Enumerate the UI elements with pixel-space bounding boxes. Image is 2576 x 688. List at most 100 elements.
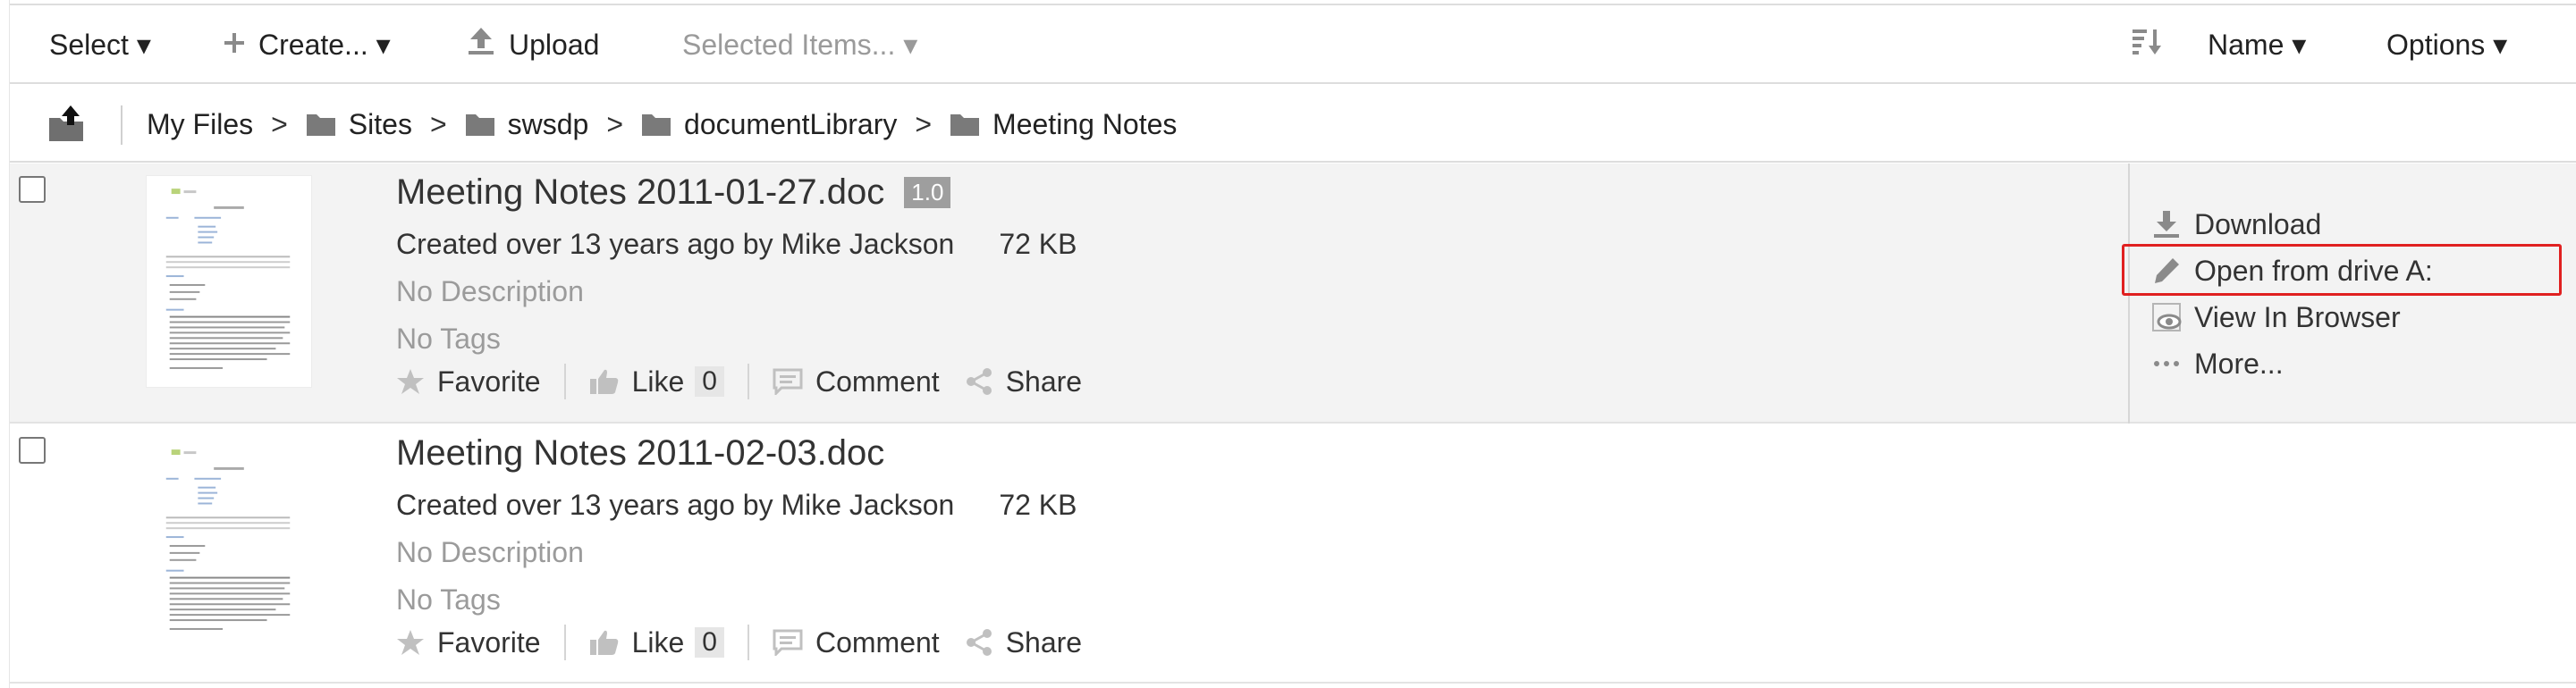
breadcrumb-divider: [121, 105, 122, 145]
folder-icon: [465, 114, 494, 136]
breadcrumb-separator: >: [606, 107, 624, 140]
favorite-label: Favorite: [437, 625, 541, 659]
breadcrumb-label: My Files: [147, 107, 254, 140]
comment-action[interactable]: Comment: [773, 365, 940, 399]
comment-icon: [773, 368, 803, 395]
breadcrumb-sites[interactable]: Sites: [306, 108, 412, 141]
document-thumbnail[interactable]: [146, 436, 312, 649]
breadcrumb-label: Sites: [348, 107, 412, 140]
action-divider: [747, 625, 749, 660]
breadcrumb-swsdp[interactable]: swsdp: [465, 108, 588, 141]
document-meta: Created over 13 years ago by Mike Jackso…: [396, 489, 1077, 522]
selected-items-menu[interactable]: Selected Items... ▾: [682, 5, 917, 84]
action-divider: [563, 364, 566, 399]
select-menu-button[interactable]: Select ▾: [49, 5, 151, 84]
upload-label: Upload: [509, 28, 600, 61]
favorite-action[interactable]: Favorite: [396, 626, 541, 659]
action-divider: [747, 364, 749, 399]
sort-icon: [2131, 26, 2163, 63]
document-library-view: Select ▾ Create... ▾ Upload Selected Ite…: [0, 0, 2576, 688]
share-action[interactable]: Share: [965, 626, 1082, 659]
thumbs-up-icon: [589, 630, 618, 655]
folder-up-icon[interactable]: [46, 104, 87, 145]
like-action[interactable]: Like 0: [589, 365, 724, 399]
more-menu-item[interactable]: More...: [2151, 342, 2284, 385]
like-count: 0: [695, 366, 724, 397]
breadcrumb-my-files[interactable]: My Files: [147, 108, 253, 141]
breadcrumb-separator: >: [429, 107, 447, 140]
sort-direction-button[interactable]: [2131, 5, 2163, 84]
row-checkbox[interactable]: [19, 437, 46, 464]
row-checkbox[interactable]: [19, 176, 46, 203]
folder-icon: [642, 114, 671, 136]
document-tags: No Tags: [396, 323, 501, 355]
document-meta: Created over 13 years ago by Mike Jackso…: [396, 228, 1077, 261]
left-edge: [0, 0, 10, 688]
comment-action[interactable]: Comment: [773, 626, 940, 659]
options-menu-button[interactable]: Options ▾: [2386, 5, 2507, 84]
document-row[interactable]: Meeting Notes 2011-02-03.doc Created ove…: [10, 424, 2576, 684]
sort-label: Name ▾: [2208, 29, 2307, 61]
document-actions: Favorite Like 0 Comment Share: [396, 362, 1082, 401]
selected-items-label: Selected Items... ▾: [682, 29, 918, 61]
version-badge: 1.0: [904, 177, 951, 208]
ellipsis-icon: [2154, 361, 2179, 366]
folder-icon: [950, 114, 980, 136]
download-label: Download: [2194, 207, 2322, 240]
upload-button[interactable]: Upload: [466, 5, 599, 84]
document-tags: No Tags: [396, 583, 501, 616]
star-icon: [397, 369, 424, 394]
breadcrumb: My Files > Sites > swsdp > documentLibra…: [147, 86, 1177, 163]
share-label: Share: [1005, 365, 1083, 398]
comment-icon: [773, 629, 803, 656]
folder-icon: [306, 114, 335, 136]
breadcrumb-bar: My Files > Sites > swsdp > documentLibra…: [10, 86, 2576, 163]
eye-icon: [2152, 303, 2182, 331]
highlight-annotation: [2122, 244, 2562, 296]
breadcrumb-separator: >: [271, 107, 288, 140]
share-action[interactable]: Share: [965, 365, 1082, 399]
favorite-action[interactable]: Favorite: [396, 365, 541, 399]
plus-icon: [223, 29, 246, 62]
document-thumbnail[interactable]: [146, 175, 312, 388]
document-title-text: Meeting Notes 2011-01-27.doc: [396, 172, 885, 212]
comment-label: Comment: [815, 625, 940, 659]
action-divider: [563, 625, 566, 660]
created-info: Created over 13 years ago by Mike Jackso…: [396, 228, 955, 260]
toolbar: Select ▾ Create... ▾ Upload Selected Ite…: [10, 5, 2576, 84]
create-menu-button[interactable]: Create... ▾: [223, 5, 391, 84]
favorite-label: Favorite: [437, 365, 541, 398]
like-action[interactable]: Like 0: [589, 626, 724, 659]
sort-field-menu[interactable]: Name ▾: [2208, 5, 2306, 84]
upload-icon: [466, 26, 496, 63]
breadcrumb-document-library[interactable]: documentLibrary: [641, 108, 897, 141]
like-label: Like: [631, 625, 685, 659]
document-title[interactable]: Meeting Notes 2011-02-03.doc: [396, 433, 884, 474]
thumbs-up-icon: [589, 369, 618, 394]
share-icon: [966, 368, 992, 395]
create-label: Create... ▾: [258, 29, 391, 61]
download-icon: [2154, 211, 2179, 238]
breadcrumb-label: Meeting Notes: [992, 107, 1178, 140]
select-label: Select ▾: [49, 29, 151, 61]
options-label: Options ▾: [2386, 29, 2508, 61]
view-in-browser-label: View In Browser: [2194, 300, 2401, 333]
document-preview-image: [165, 189, 291, 369]
view-in-browser-menu-item[interactable]: View In Browser: [2151, 296, 2401, 339]
file-size: 72 KB: [999, 228, 1077, 260]
share-label: Share: [1005, 625, 1083, 659]
document-title[interactable]: Meeting Notes 2011-01-27.doc 1.0: [396, 172, 951, 213]
comment-label: Comment: [815, 365, 940, 398]
document-title-text: Meeting Notes 2011-02-03.doc: [396, 433, 885, 473]
like-label: Like: [631, 365, 685, 398]
breadcrumb-label: documentLibrary: [684, 107, 898, 140]
more-label: More...: [2194, 347, 2284, 380]
document-description: No Description: [396, 536, 584, 568]
like-count: 0: [695, 627, 724, 658]
document-actions: Favorite Like 0 Comment Share: [396, 623, 1082, 662]
breadcrumb-meeting-notes[interactable]: Meeting Notes: [950, 108, 1177, 141]
download-menu-item[interactable]: Download: [2151, 203, 2321, 246]
share-icon: [966, 629, 992, 656]
breadcrumb-separator: >: [915, 107, 933, 140]
document-description: No Description: [396, 275, 584, 307]
